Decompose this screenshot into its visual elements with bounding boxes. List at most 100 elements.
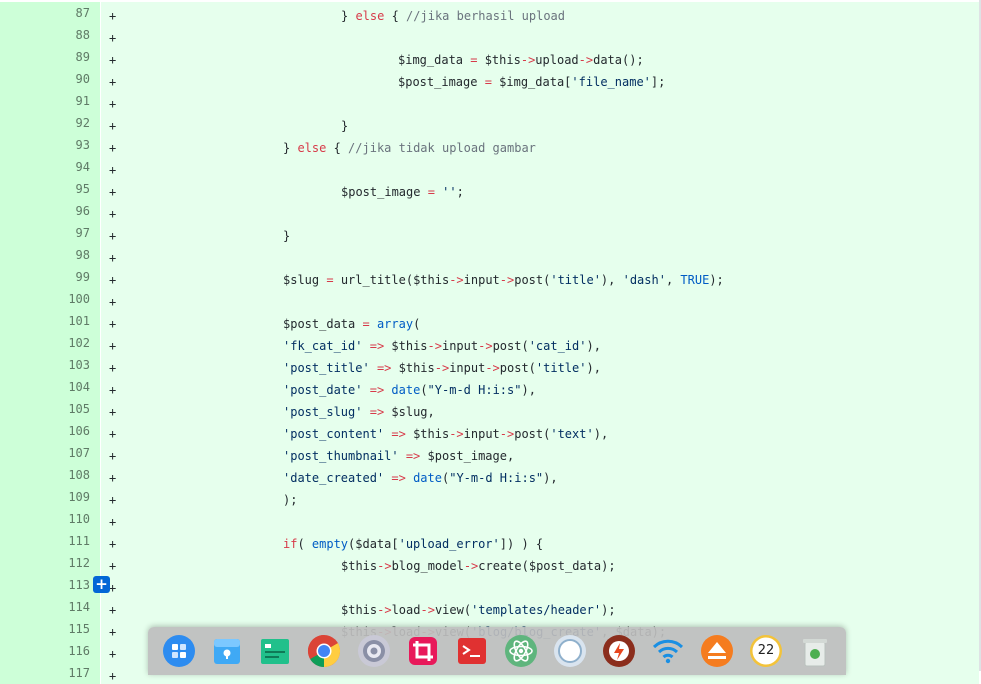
line-number[interactable]: 87	[0, 5, 90, 21]
code-text: }	[341, 118, 348, 134]
line-gutter[interactable]: 106	[0, 420, 100, 442]
crop-tool-icon[interactable]	[406, 634, 440, 668]
line-number[interactable]: 110	[0, 511, 90, 527]
flash-app-icon[interactable]	[602, 634, 636, 668]
launcher-icon[interactable]	[162, 634, 196, 668]
line-number[interactable]: 113	[0, 577, 90, 593]
line-number[interactable]: 103	[0, 357, 90, 373]
line-gutter[interactable]: 111	[0, 530, 100, 552]
line-gutter[interactable]: 95	[0, 178, 100, 200]
line-number[interactable]: 105	[0, 401, 90, 417]
line-number[interactable]: 107	[0, 445, 90, 461]
code-token: =>	[391, 471, 406, 485]
code-text: 'post_date' => date("Y-m-d H:i:s"),	[283, 382, 536, 398]
code-token: ->	[578, 53, 594, 67]
line-number[interactable]: 91	[0, 93, 90, 109]
line-number[interactable]: 114	[0, 599, 90, 615]
line-number[interactable]: 112	[0, 555, 90, 571]
line-gutter[interactable]: 100	[0, 288, 100, 310]
code-token: upload	[535, 53, 579, 67]
line-gutter[interactable]: 117	[0, 662, 100, 684]
wifi-icon[interactable]	[651, 634, 685, 668]
line-gutter[interactable]: 113	[0, 574, 100, 596]
line-number[interactable]: 102	[0, 335, 90, 351]
line-gutter[interactable]: 108	[0, 464, 100, 486]
line-gutter[interactable]: 110	[0, 508, 100, 530]
added-marker: +	[109, 449, 117, 463]
line-gutter[interactable]: 94	[0, 156, 100, 178]
code-token: =	[427, 185, 435, 199]
line-number[interactable]: 115	[0, 621, 90, 637]
line-number[interactable]: 88	[0, 27, 90, 43]
code-cell	[101, 90, 979, 112]
terminal-icon[interactable]	[455, 634, 489, 668]
code-token: date	[413, 471, 442, 485]
line-number[interactable]: 104	[0, 379, 90, 395]
line-number[interactable]: 93	[0, 137, 90, 153]
added-marker: +	[109, 669, 117, 683]
code-token: $slug	[283, 273, 327, 287]
add-comment-button[interactable]: +	[93, 576, 110, 593]
line-gutter[interactable]: 102	[0, 332, 100, 354]
line-gutter[interactable]: 99	[0, 266, 100, 288]
line-gutter[interactable]: 91	[0, 90, 100, 112]
line-gutter[interactable]: 104	[0, 376, 100, 398]
atom-icon[interactable]	[504, 634, 538, 668]
added-marker: +	[109, 339, 117, 353]
line-number[interactable]: 98	[0, 247, 90, 263]
clock-icon[interactable]: 22	[749, 634, 783, 668]
code-token: post(	[492, 339, 529, 353]
diff-line: 93 +} else { //jika tidak upload gambar	[0, 134, 981, 156]
line-gutter[interactable]: 116	[0, 640, 100, 662]
line-gutter[interactable]: 103	[0, 354, 100, 376]
line-gutter[interactable]: 101	[0, 310, 100, 332]
line-gutter[interactable]: 89	[0, 46, 100, 68]
line-gutter[interactable]: 107	[0, 442, 100, 464]
eject-icon[interactable]	[700, 634, 734, 668]
trash-icon[interactable]	[798, 634, 832, 668]
line-number[interactable]: 96	[0, 203, 90, 219]
code-token: =>	[405, 449, 421, 463]
line-number[interactable]: 95	[0, 181, 90, 197]
line-gutter[interactable]: 88	[0, 24, 100, 46]
line-number[interactable]: 109	[0, 489, 90, 505]
line-number[interactable]: 117	[0, 665, 90, 681]
settings-icon[interactable]	[357, 634, 391, 668]
line-number[interactable]: 90	[0, 71, 90, 87]
line-number[interactable]: 100	[0, 291, 90, 307]
code-token: ->	[427, 339, 442, 353]
line-gutter[interactable]: 92	[0, 112, 100, 134]
code-token: input	[463, 427, 500, 441]
code-token: $post_image	[398, 75, 485, 89]
line-gutter[interactable]: 90	[0, 68, 100, 90]
line-gutter[interactable]: 112	[0, 552, 100, 574]
line-gutter[interactable]: 98	[0, 244, 100, 266]
line-number[interactable]: 99	[0, 269, 90, 285]
line-gutter[interactable]: 96	[0, 200, 100, 222]
line-number[interactable]: 106	[0, 423, 90, 439]
line-gutter[interactable]: 87	[0, 2, 100, 24]
chrome-icon[interactable]	[307, 634, 341, 668]
line-gutter[interactable]: 114	[0, 596, 100, 618]
line-gutter[interactable]: 105	[0, 398, 100, 420]
line-number[interactable]: 101	[0, 313, 90, 329]
circle-app-icon[interactable]	[553, 634, 587, 668]
line-gutter[interactable]: 115	[0, 618, 100, 640]
line-number[interactable]: 111	[0, 533, 90, 549]
code-token: ->	[478, 339, 493, 353]
code-token: (	[413, 317, 421, 331]
line-gutter[interactable]: 97	[0, 222, 100, 244]
line-gutter[interactable]: 109	[0, 486, 100, 508]
line-number[interactable]: 116	[0, 643, 90, 659]
terminal-folder-icon[interactable]	[258, 634, 292, 668]
line-number[interactable]: 94	[0, 159, 90, 175]
line-gutter[interactable]: 93	[0, 134, 100, 156]
file-manager-icon[interactable]	[210, 634, 244, 668]
line-number[interactable]: 108	[0, 467, 90, 483]
line-number[interactable]: 89	[0, 49, 90, 65]
code-cell	[101, 178, 979, 200]
line-number[interactable]: 92	[0, 115, 90, 131]
code-text: $post_image = '';	[341, 184, 464, 200]
line-number[interactable]: 97	[0, 225, 90, 241]
code-text: $this->load->view('templates/header');	[341, 602, 616, 618]
